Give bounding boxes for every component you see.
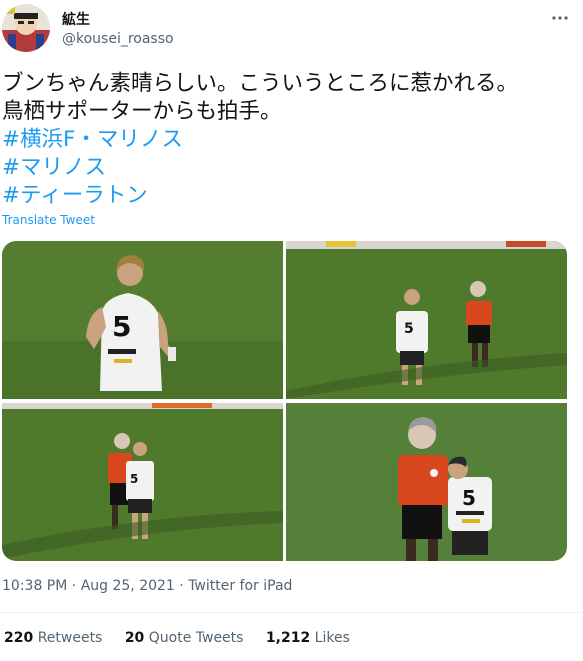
tweet-date[interactable]: Aug 25, 2021 bbox=[81, 578, 175, 594]
quote-tweets-label: Quote Tweets bbox=[148, 630, 244, 646]
tweet-time[interactable]: 10:38 PM bbox=[2, 578, 67, 594]
translate-tweet-link[interactable]: Translate Tweet bbox=[2, 213, 95, 227]
divider bbox=[0, 612, 583, 613]
media-grid: 5 5 5 5 bbox=[2, 241, 567, 561]
likes-count: 1,212 bbox=[265, 630, 311, 646]
hashtag-link[interactable]: #ティーラトン bbox=[2, 182, 580, 210]
user-handle[interactable]: @kousei_roasso bbox=[62, 31, 174, 47]
tweet-text-line: 鳥栖サポーターからも拍手。 bbox=[2, 99, 282, 124]
retweets-count: 220 bbox=[4, 630, 34, 646]
tweet-source[interactable]: Twitter for iPad bbox=[188, 578, 292, 594]
tweet-photo[interactable]: 5 bbox=[286, 403, 567, 561]
likes-label: Likes bbox=[314, 630, 350, 646]
retweets-label: Retweets bbox=[37, 630, 103, 646]
more-icon[interactable] bbox=[548, 4, 572, 28]
svg-text:5: 5 bbox=[404, 321, 414, 337]
tweet-photo[interactable]: 5 bbox=[2, 241, 283, 399]
separator-dot: · bbox=[71, 578, 81, 594]
likes-stat[interactable]: 1,212 Likes bbox=[266, 630, 350, 646]
svg-text:5: 5 bbox=[130, 472, 138, 486]
hashtag-link[interactable]: #横浜F・マリノス bbox=[2, 126, 580, 154]
hashtag-link[interactable]: #マリノス bbox=[2, 154, 580, 182]
tweet-text-line: ブンちゃん素晴らしい。こういうところに惹かれる。 bbox=[2, 71, 519, 96]
quote-tweets-count: 20 bbox=[124, 630, 145, 646]
tweet-stats: 220 Retweets 20 Quote Tweets 1,212 Likes bbox=[4, 630, 368, 646]
quote-tweets-stat[interactable]: 20 Quote Tweets bbox=[125, 630, 248, 646]
tweet-photo[interactable]: 5 bbox=[286, 241, 567, 399]
svg-text:5: 5 bbox=[112, 310, 131, 343]
retweets-stat[interactable]: 220 Retweets bbox=[4, 630, 107, 646]
tweet-photo[interactable]: 5 bbox=[2, 403, 283, 561]
tweet-meta: 10:38 PM · Aug 25, 2021 · Twitter for iP… bbox=[2, 578, 292, 594]
avatar[interactable] bbox=[2, 4, 50, 52]
separator-dot: · bbox=[179, 578, 189, 594]
tweet-header: 絋生 @kousei_roasso bbox=[0, 0, 583, 60]
svg-text:5: 5 bbox=[462, 486, 476, 510]
tweet-text: ブンちゃん素晴らしい。こういうところに惹かれる。 鳥栖サポーターからも拍手。 #… bbox=[2, 70, 580, 210]
display-name[interactable]: 絋生 bbox=[62, 9, 90, 29]
